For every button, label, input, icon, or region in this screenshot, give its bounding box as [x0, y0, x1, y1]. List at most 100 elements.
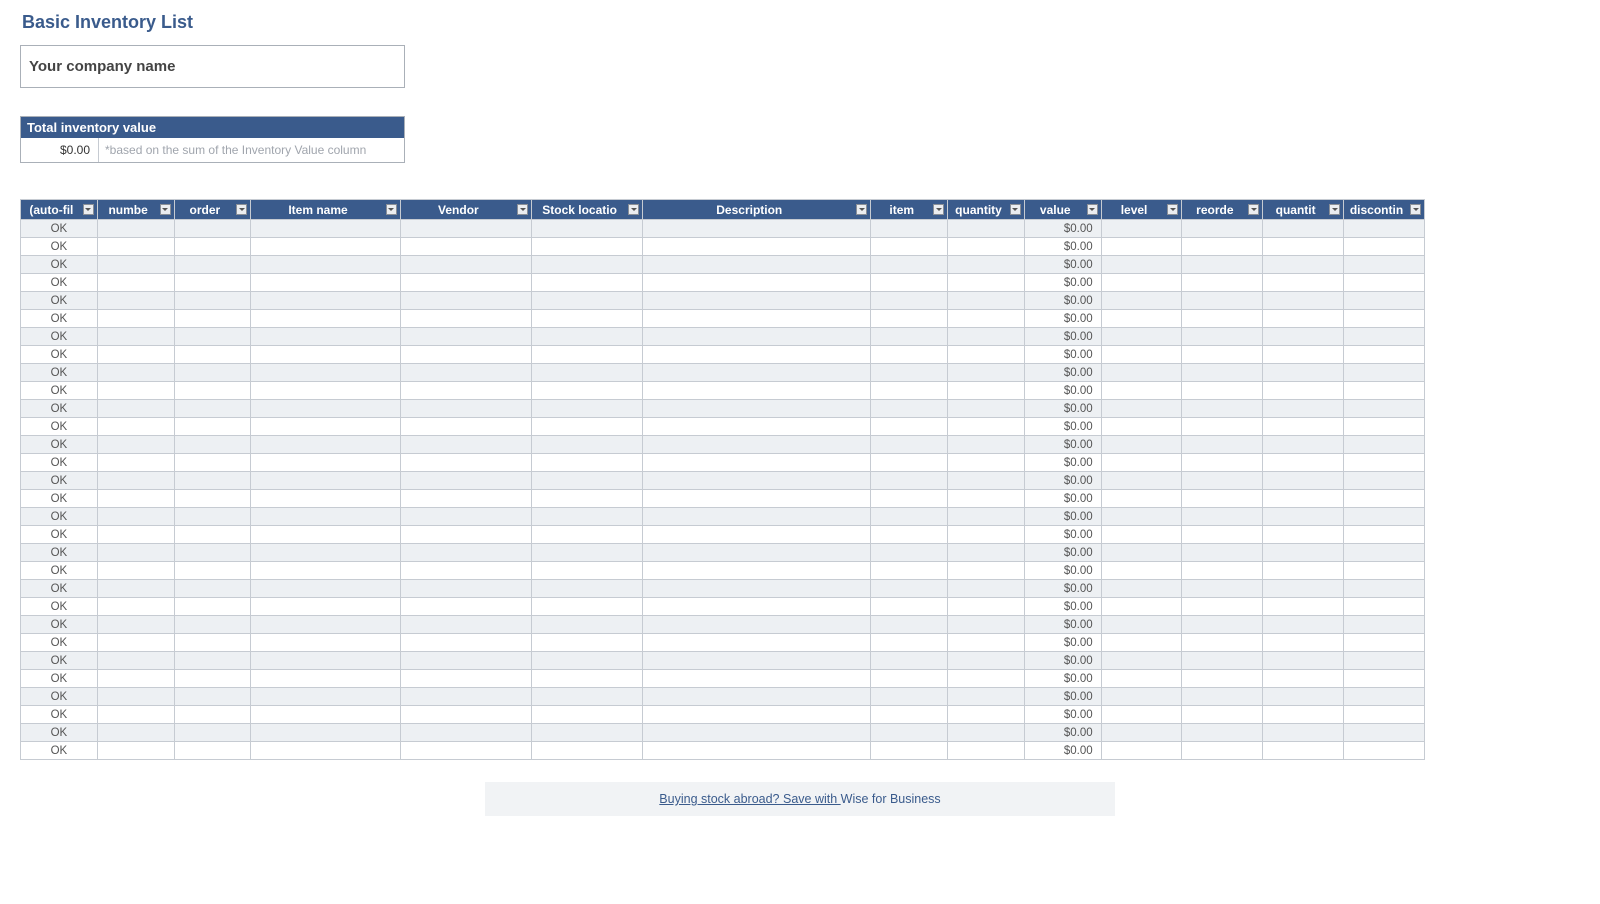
cell-quant2[interactable] [1263, 274, 1344, 292]
cell-vendor[interactable] [400, 490, 531, 508]
cell-qty[interactable] [948, 400, 1025, 418]
cell-item[interactable] [251, 454, 400, 472]
cell-level[interactable] [1101, 382, 1182, 400]
cell-item[interactable] [251, 400, 400, 418]
cell-number[interactable] [97, 634, 174, 652]
cell-level[interactable] [1101, 544, 1182, 562]
cell-disc[interactable] [1344, 706, 1425, 724]
cell-disc[interactable] [1344, 742, 1425, 760]
cell-level[interactable] [1101, 256, 1182, 274]
cell-disc[interactable] [1344, 364, 1425, 382]
cell-quant2[interactable] [1263, 508, 1344, 526]
cell-reorder[interactable] [1182, 544, 1263, 562]
cell-stock[interactable] [532, 346, 643, 364]
filter-dropdown-icon[interactable] [386, 204, 397, 215]
cell-itm[interactable] [871, 472, 948, 490]
column-header-value[interactable]: value [1024, 200, 1101, 220]
cell-itm[interactable] [871, 238, 948, 256]
filter-dropdown-icon[interactable] [856, 204, 867, 215]
cell-number[interactable] [97, 292, 174, 310]
cell-desc[interactable] [643, 346, 871, 364]
cell-reorder[interactable] [1182, 508, 1263, 526]
filter-dropdown-icon[interactable] [1410, 204, 1421, 215]
cell-number[interactable] [97, 256, 174, 274]
cell-desc[interactable] [643, 382, 871, 400]
cell-value[interactable]: $0.00 [1024, 544, 1101, 562]
cell-vendor[interactable] [400, 292, 531, 310]
cell-reorder[interactable] [1182, 490, 1263, 508]
cell-disc[interactable] [1344, 652, 1425, 670]
cell-vendor[interactable] [400, 508, 531, 526]
cell-auto[interactable]: OK [21, 562, 98, 580]
cell-quant2[interactable] [1263, 724, 1344, 742]
column-header-itm[interactable]: item [871, 200, 948, 220]
cell-level[interactable] [1101, 742, 1182, 760]
cell-reorder[interactable] [1182, 634, 1263, 652]
cell-auto[interactable]: OK [21, 652, 98, 670]
cell-number[interactable] [97, 670, 174, 688]
cell-itm[interactable] [871, 274, 948, 292]
cell-vendor[interactable] [400, 238, 531, 256]
cell-number[interactable] [97, 436, 174, 454]
cell-itm[interactable] [871, 688, 948, 706]
cell-item[interactable] [251, 274, 400, 292]
cell-item[interactable] [251, 346, 400, 364]
cell-order[interactable] [174, 274, 251, 292]
cell-disc[interactable] [1344, 238, 1425, 256]
cell-stock[interactable] [532, 616, 643, 634]
cell-desc[interactable] [643, 688, 871, 706]
cell-vendor[interactable] [400, 562, 531, 580]
cell-item[interactable] [251, 562, 400, 580]
cell-qty[interactable] [948, 436, 1025, 454]
cell-level[interactable] [1101, 454, 1182, 472]
cell-auto[interactable]: OK [21, 328, 98, 346]
cell-stock[interactable] [532, 472, 643, 490]
filter-dropdown-icon[interactable] [1010, 204, 1021, 215]
cell-itm[interactable] [871, 616, 948, 634]
cell-value[interactable]: $0.00 [1024, 580, 1101, 598]
cell-vendor[interactable] [400, 220, 531, 238]
cell-itm[interactable] [871, 400, 948, 418]
cell-reorder[interactable] [1182, 562, 1263, 580]
cell-number[interactable] [97, 346, 174, 364]
cell-order[interactable] [174, 220, 251, 238]
cell-order[interactable] [174, 400, 251, 418]
cell-reorder[interactable] [1182, 382, 1263, 400]
filter-dropdown-icon[interactable] [1248, 204, 1259, 215]
cell-vendor[interactable] [400, 310, 531, 328]
cell-itm[interactable] [871, 526, 948, 544]
cell-order[interactable] [174, 706, 251, 724]
cell-vendor[interactable] [400, 454, 531, 472]
cell-quant2[interactable] [1263, 256, 1344, 274]
cell-disc[interactable] [1344, 508, 1425, 526]
filter-dropdown-icon[interactable] [933, 204, 944, 215]
cell-auto[interactable]: OK [21, 742, 98, 760]
cell-itm[interactable] [871, 598, 948, 616]
column-header-number[interactable]: numbe [97, 200, 174, 220]
cell-vendor[interactable] [400, 742, 531, 760]
cell-quant2[interactable] [1263, 742, 1344, 760]
cell-order[interactable] [174, 382, 251, 400]
cell-stock[interactable] [532, 328, 643, 346]
cell-reorder[interactable] [1182, 220, 1263, 238]
cell-desc[interactable] [643, 274, 871, 292]
cell-qty[interactable] [948, 562, 1025, 580]
filter-dropdown-icon[interactable] [160, 204, 171, 215]
column-header-qty[interactable]: quantity [948, 200, 1025, 220]
cell-stock[interactable] [532, 562, 643, 580]
cell-quant2[interactable] [1263, 346, 1344, 364]
cell-itm[interactable] [871, 724, 948, 742]
cell-auto[interactable]: OK [21, 724, 98, 742]
cell-vendor[interactable] [400, 418, 531, 436]
cell-level[interactable] [1101, 508, 1182, 526]
cell-qty[interactable] [948, 382, 1025, 400]
cell-itm[interactable] [871, 418, 948, 436]
cell-itm[interactable] [871, 436, 948, 454]
cell-auto[interactable]: OK [21, 292, 98, 310]
cell-desc[interactable] [643, 634, 871, 652]
cell-stock[interactable] [532, 670, 643, 688]
cell-stock[interactable] [532, 220, 643, 238]
cell-stock[interactable] [532, 364, 643, 382]
cell-order[interactable] [174, 670, 251, 688]
cell-vendor[interactable] [400, 544, 531, 562]
